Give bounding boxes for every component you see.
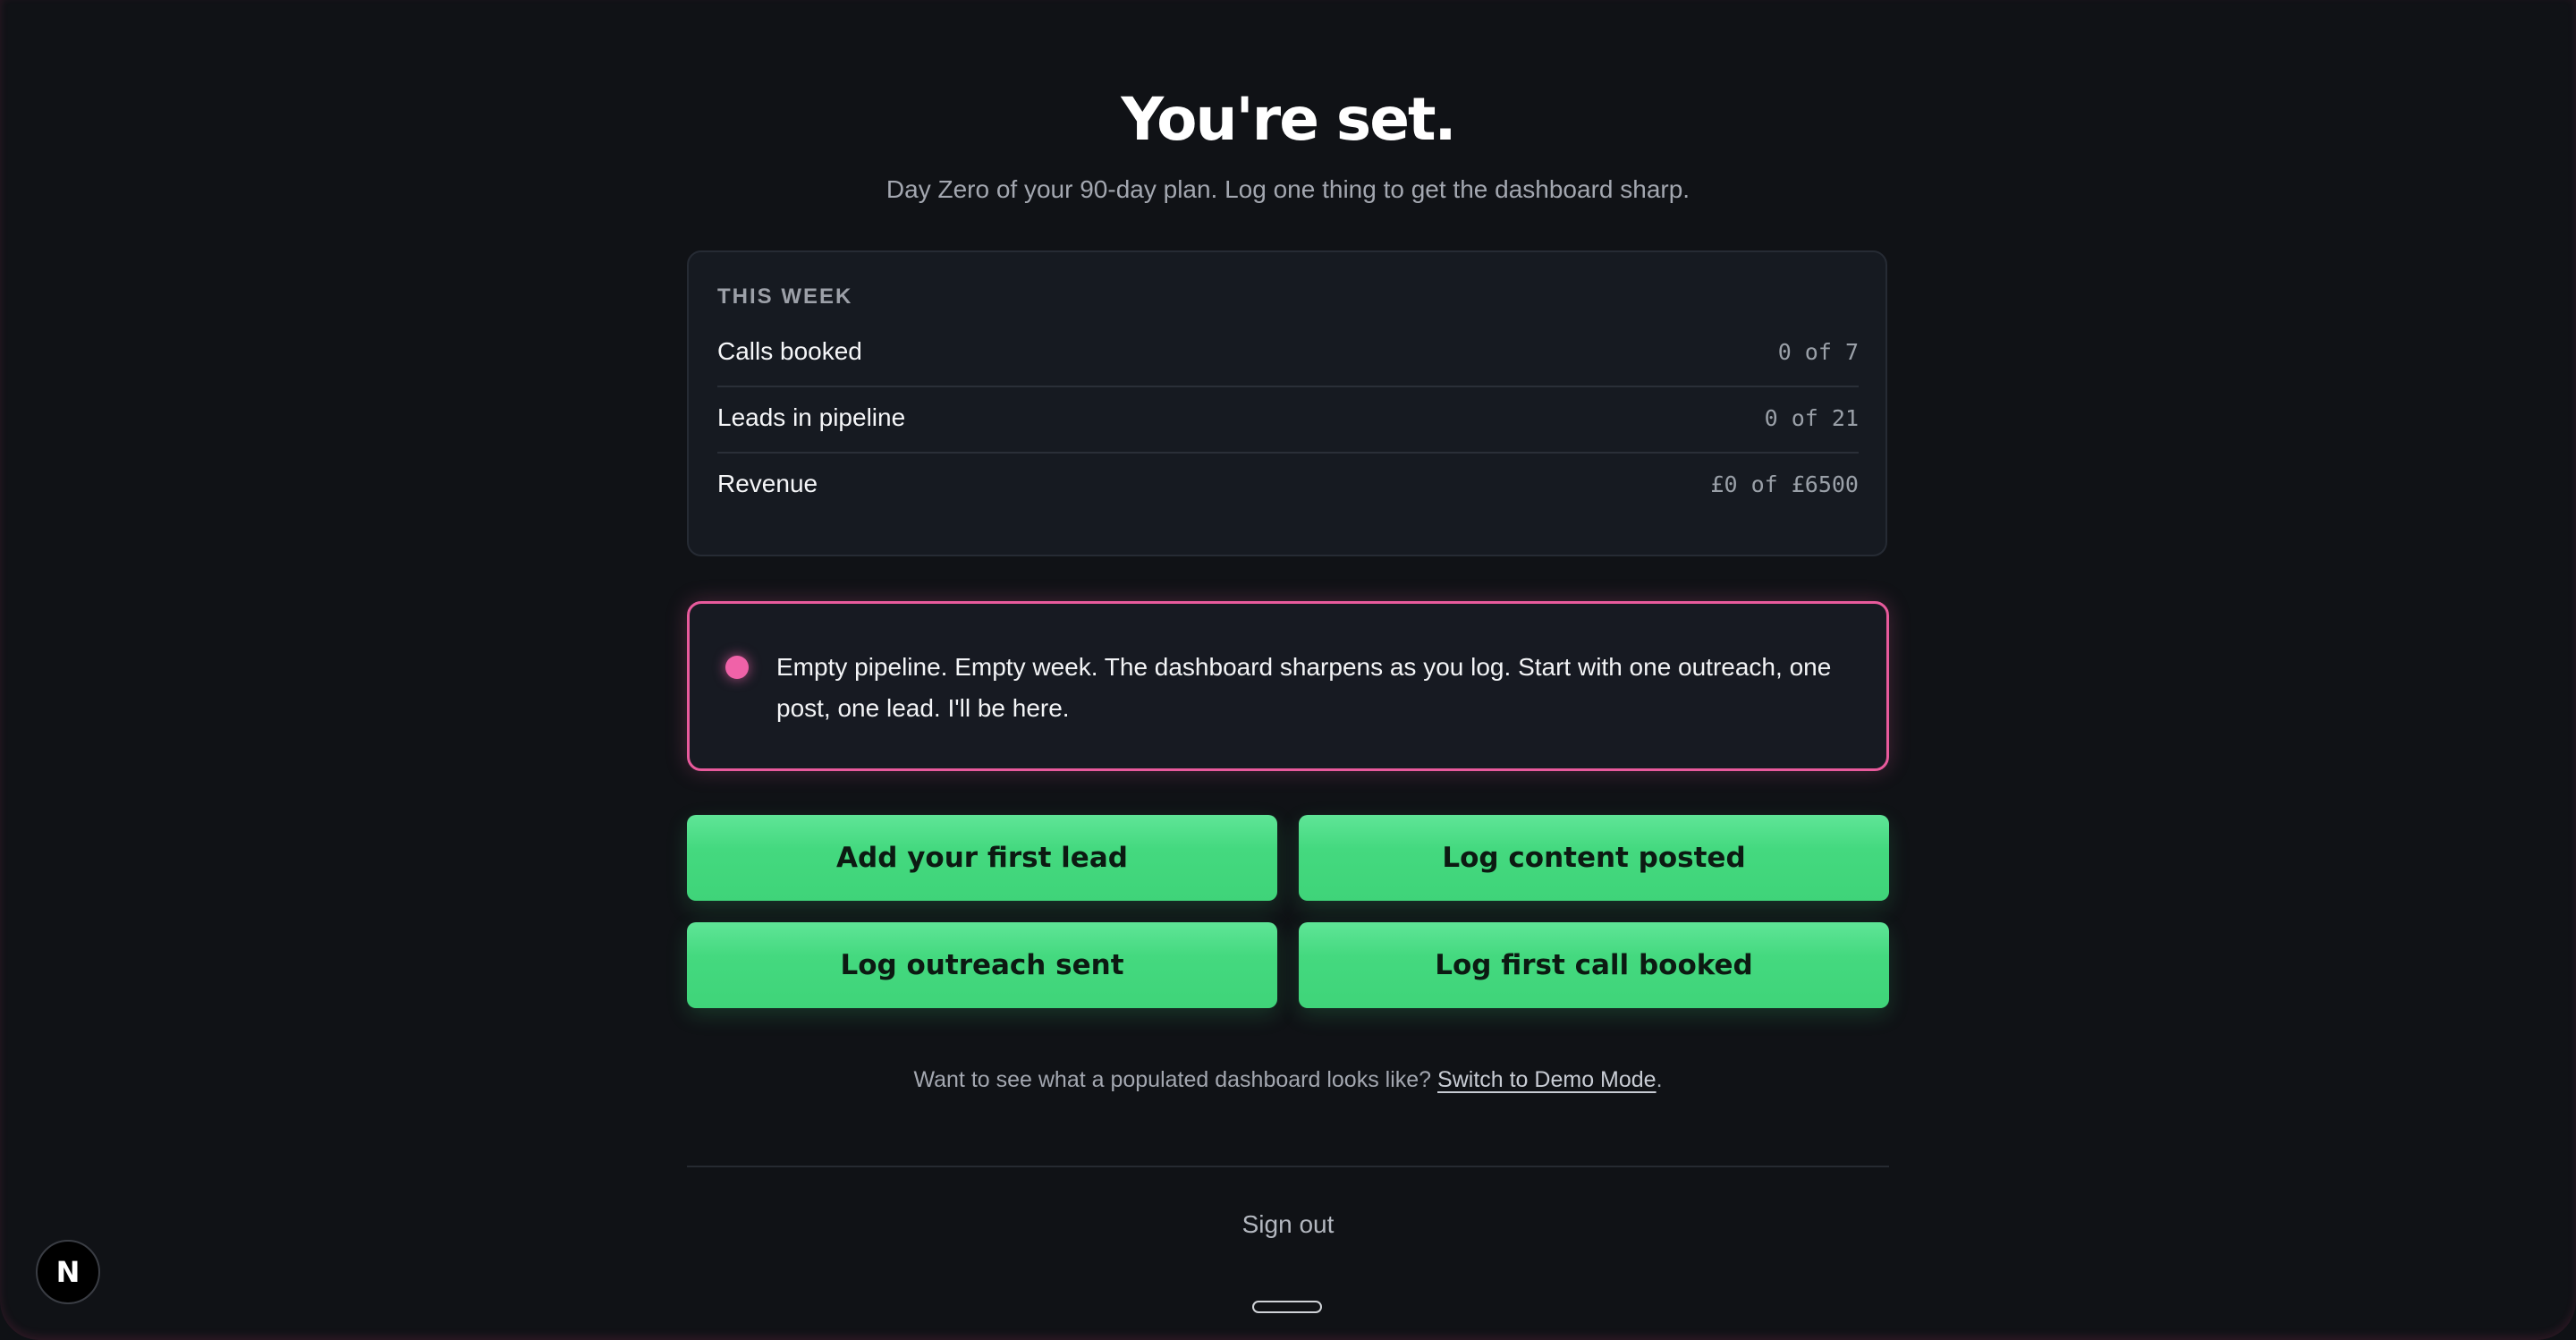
coach-message-card: Empty pipeline. Empty week. The dashboar… xyxy=(687,601,1889,771)
stat-row-calls: Calls booked 0 of 7 xyxy=(717,321,1859,387)
log-outreach-sent-button[interactable]: Log outreach sent xyxy=(687,922,1277,1008)
stat-value: 0 of 7 xyxy=(1777,339,1859,365)
stat-value: 0 of 21 xyxy=(1764,405,1859,431)
this-week-label: THIS WEEK xyxy=(717,284,853,309)
this-week-card: THIS WEEK Calls booked 0 of 7 Leads in p… xyxy=(687,250,1887,556)
page-title: You're set. xyxy=(1121,85,1456,154)
stat-row-leads: Leads in pipeline 0 of 21 xyxy=(717,387,1859,454)
coach-message: Empty pipeline. Empty week. The dashboar… xyxy=(776,653,1832,722)
stat-value: £0 of £6500 xyxy=(1710,471,1859,497)
demo-mode-prompt: Want to see what a populated dashboard l… xyxy=(687,1064,1889,1095)
add-first-lead-button[interactable]: Add your first lead xyxy=(687,815,1277,901)
stat-row-revenue: Revenue £0 of £6500 xyxy=(717,454,1859,520)
nextjs-dev-badge-icon[interactable]: N xyxy=(36,1240,100,1304)
divider xyxy=(687,1166,1889,1167)
status-dot-icon xyxy=(725,656,749,679)
log-content-posted-button[interactable]: Log content posted xyxy=(1299,815,1889,901)
stat-label: Leads in pipeline xyxy=(717,403,906,431)
demo-prompt-text: Want to see what a populated dashboard l… xyxy=(913,1067,1432,1092)
app-window: You're set. Day Zero of your 90-day plan… xyxy=(0,0,2576,1340)
page-subtitle: Day Zero of your 90-day plan. Log one th… xyxy=(886,175,1690,203)
log-first-call-booked-button[interactable]: Log first call booked xyxy=(1299,922,1889,1008)
stat-label: Revenue xyxy=(717,470,818,497)
stat-label: Calls booked xyxy=(717,337,862,365)
sign-out-button[interactable]: Sign out xyxy=(687,1208,1889,1242)
switch-demo-mode-link[interactable]: Switch to Demo Mode xyxy=(1437,1067,1657,1092)
home-indicator-handle[interactable] xyxy=(1252,1301,1322,1313)
demo-suffix: . xyxy=(1656,1067,1663,1092)
